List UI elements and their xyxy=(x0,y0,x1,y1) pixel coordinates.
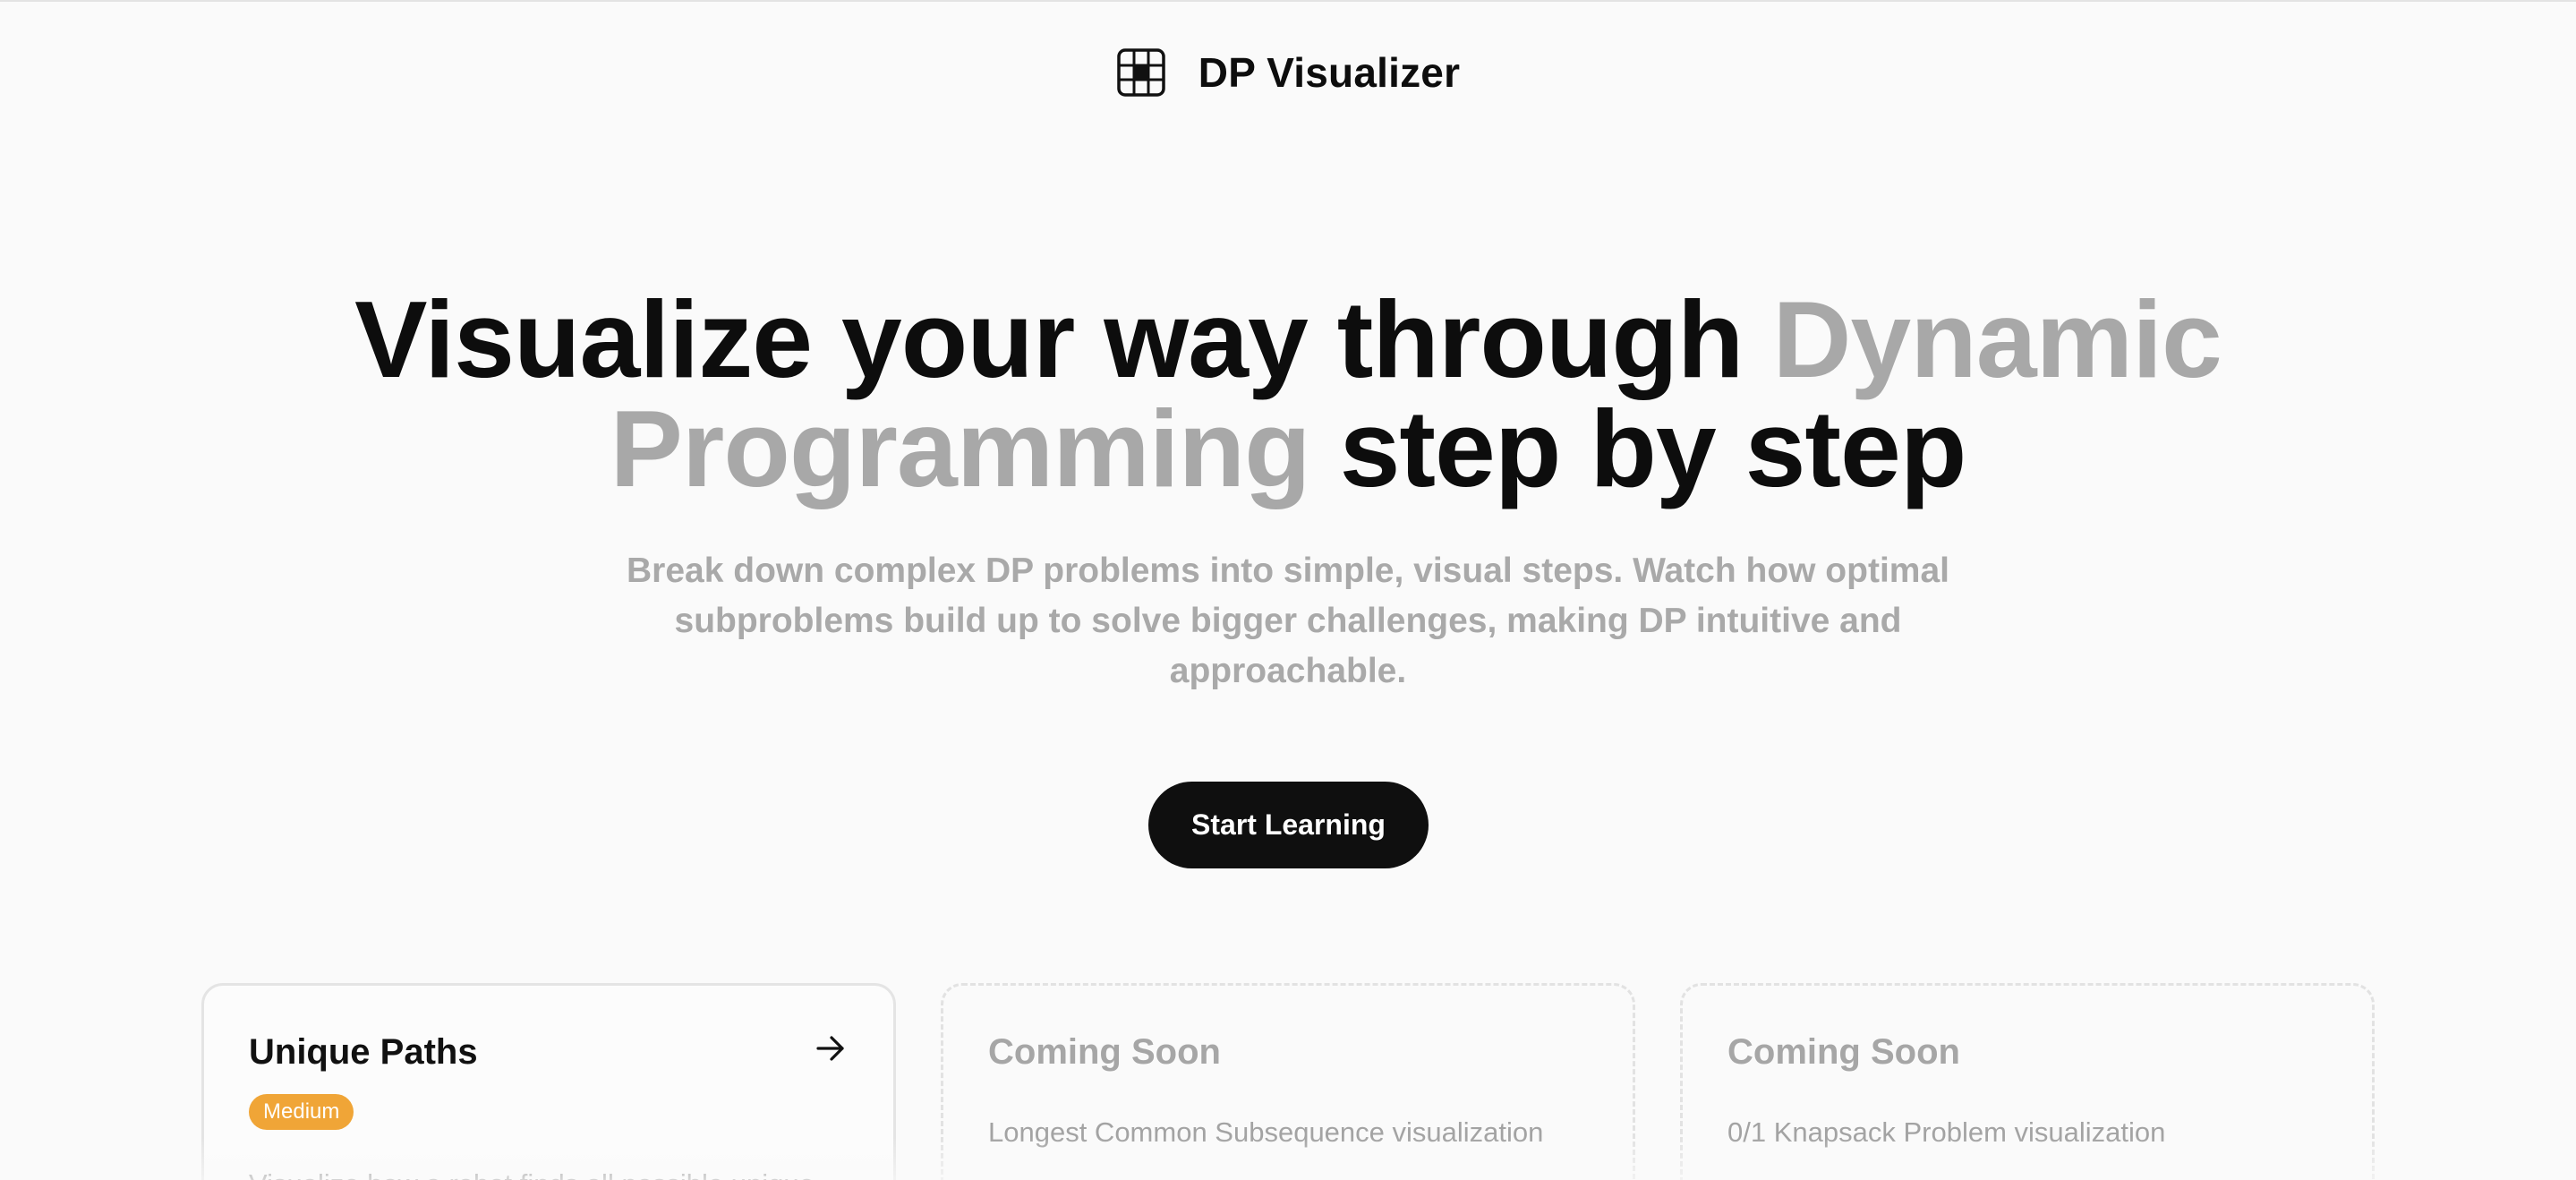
landing-page: DP Visualizer Visualize your way through… xyxy=(0,0,2576,1180)
card-description: 0/1 Knapsack Problem visualization xyxy=(1727,1116,2166,1148)
grid-icon xyxy=(1116,47,1166,98)
hero-subtitle: Break down complex DP problems into simp… xyxy=(627,552,1949,690)
hero-title-part2: step by step xyxy=(1309,388,1967,509)
card-description: Visualize how a robot finds all possible… xyxy=(249,1168,815,1180)
card-title: Unique Paths xyxy=(249,1032,478,1072)
problem-card-coming-soon-lcs: Coming Soon Longest Common Subsequence v… xyxy=(941,983,1635,1180)
hero-title-part1: Visualize your way through xyxy=(354,278,1773,400)
app-title[interactable]: DP Visualizer xyxy=(1198,48,1460,97)
hero-title: Visualize your way through Dynamic Progr… xyxy=(269,285,2307,503)
problem-card-unique-paths[interactable]: Unique Paths Medium Visualize how a robo… xyxy=(201,983,896,1180)
card-title: Coming Soon xyxy=(988,1032,1221,1072)
app-header: DP Visualizer xyxy=(0,43,2576,102)
arrow-right-icon[interactable] xyxy=(815,1032,847,1065)
problem-card-coming-soon-knapsack: Coming Soon 0/1 Knapsack Problem visuali… xyxy=(1680,983,2375,1180)
top-border xyxy=(0,0,2576,2)
start-learning-button[interactable]: Start Learning xyxy=(1148,782,1429,868)
card-title: Coming Soon xyxy=(1727,1032,1960,1072)
difficulty-badge: Medium xyxy=(249,1094,354,1130)
card-description: Longest Common Subsequence visualization xyxy=(988,1116,1544,1148)
